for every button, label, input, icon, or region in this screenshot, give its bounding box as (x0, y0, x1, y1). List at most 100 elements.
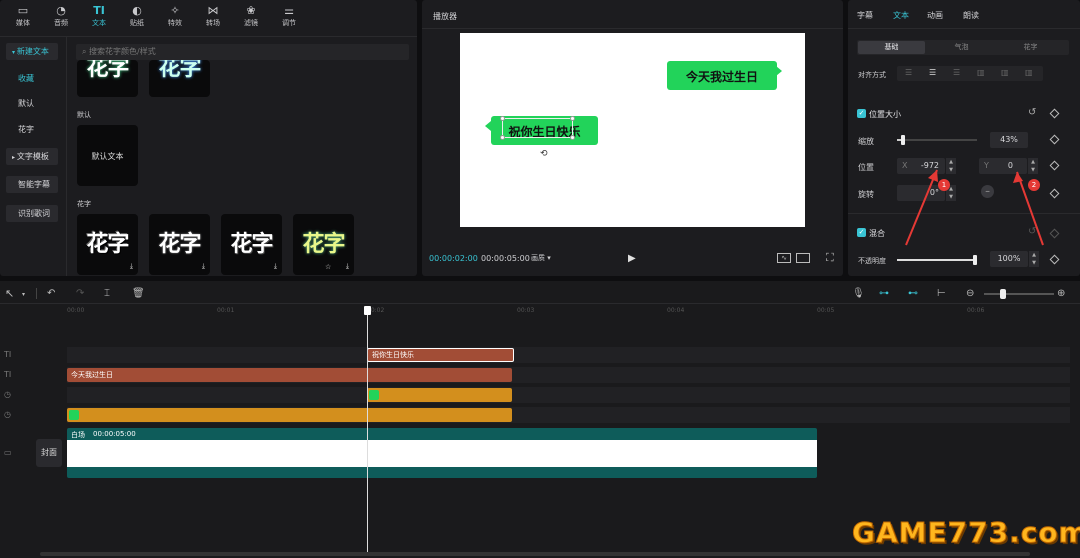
tab-filter[interactable]: ❀ 滤镜 (232, 3, 270, 31)
subtab-basic[interactable]: 基础 (858, 41, 925, 54)
video-clip[interactable]: 白场 00:00:05:00 (67, 428, 817, 478)
download-icon[interactable]: ⤓ (130, 262, 133, 271)
download-icon[interactable]: ⤓ (202, 262, 205, 271)
tab-text-props[interactable]: 文本 (893, 10, 909, 21)
tab-text[interactable]: TI 文本 (80, 3, 118, 31)
sidebar-item-huazi[interactable]: 花字 (6, 121, 58, 138)
stepper-icon[interactable]: ▲ ▼ (946, 158, 956, 174)
opacity-input[interactable]: 100% (990, 251, 1028, 267)
opacity-slider[interactable] (897, 255, 977, 265)
video-canvas[interactable]: 今天我过生日 祝你生日快乐 ⟲ (460, 33, 805, 227)
position-x-input[interactable]: X -972 (897, 158, 945, 174)
flip-icon[interactable]: − (981, 185, 994, 198)
position-size-checkbox[interactable]: ✓ (857, 109, 866, 118)
default-text-tile[interactable]: 默认文本 (77, 125, 138, 186)
align-center-icon[interactable]: ☰ (929, 68, 936, 77)
zoom-in-icon[interactable]: ⊕ (1057, 288, 1065, 299)
selection-box[interactable] (500, 116, 575, 140)
blend-checkbox[interactable]: ✓ (857, 228, 866, 237)
subtab-huazi[interactable]: 花字 (997, 41, 1064, 54)
align-vertical-center-icon[interactable]: ▥ (1001, 68, 1009, 77)
blend-divider (848, 213, 1080, 214)
resize-handle[interactable] (500, 116, 505, 121)
timeline-scrollbar[interactable] (40, 552, 1030, 556)
huazi-tile[interactable]: 花字 ☆ ⤓ (293, 214, 354, 275)
audio-icon: ◔ (56, 4, 66, 17)
time-ruler[interactable]: 00:00 00:01 00:02 00:03 00:04 00:05 00:0… (0, 304, 1080, 318)
play-button[interactable]: ▶ (628, 253, 636, 264)
align-vertical-top-icon[interactable]: ▥ (977, 68, 985, 77)
zoom-slider[interactable] (984, 289, 1054, 299)
align-left-icon[interactable]: ☰ (905, 68, 912, 77)
align-vertical-bottom-icon[interactable]: ▥ (1025, 68, 1033, 77)
ruler-tick-label: 00:00 (67, 307, 85, 314)
sidebar-lyrics[interactable]: 识别歌词 (6, 205, 58, 222)
rotate-handle-icon[interactable]: ⟲ (540, 149, 548, 159)
magnet-link-icon[interactable]: ⊶ (879, 288, 889, 299)
download-icon[interactable]: ⤓ (274, 262, 277, 271)
resize-handle[interactable] (570, 135, 575, 140)
delete-icon[interactable]: 🗑 (132, 288, 145, 299)
huazi-tile[interactable]: 花字 ⤓ (149, 214, 210, 275)
microphone-icon[interactable]: 🎙 (852, 288, 865, 299)
text-style-tile[interactable]: 花字 (149, 60, 210, 97)
sticker-clip[interactable] (367, 388, 512, 402)
cover-button[interactable]: 封面 (36, 439, 62, 467)
sidebar-item-favorites[interactable]: 收藏 (6, 70, 58, 87)
blend-reset-icon[interactable]: ↺ (1028, 226, 1036, 237)
zoom-slider-thumb[interactable] (1000, 289, 1006, 299)
fullscreen-icon[interactable]: ⛶ (826, 251, 834, 265)
stepper-icon[interactable]: ▲ ▼ (1029, 251, 1039, 267)
sidebar-new-text[interactable]: ▾ 新建文本 (6, 43, 58, 60)
opacity-slider-thumb[interactable] (973, 255, 977, 265)
sidebar-smart-subtitle[interactable]: 智能字幕 (6, 176, 58, 193)
tab-media[interactable]: ▭ 媒体 (4, 3, 42, 31)
tab-sticker[interactable]: ◐ 贴纸 (118, 3, 156, 31)
playhead-handle[interactable] (364, 306, 371, 315)
tab-audio[interactable]: ◔ 音频 (42, 3, 80, 31)
tab-subtitle[interactable]: 字幕 (857, 10, 873, 21)
scale-slider-thumb[interactable] (901, 135, 905, 145)
speech-bubble-top[interactable]: 今天我过生日 (667, 61, 782, 90)
split-icon[interactable]: ⌶ (104, 288, 110, 299)
select-tool-icon[interactable]: ↖ (5, 287, 14, 300)
scale-input[interactable]: 43% (990, 132, 1028, 148)
reset-icon[interactable]: ↺ (1028, 107, 1036, 118)
tab-animation[interactable]: 动画 (927, 10, 943, 21)
resize-handle[interactable] (500, 135, 505, 140)
search-input[interactable]: ⌕ 搜索花字颜色/样式 (76, 44, 409, 60)
favorite-star-icon[interactable]: ☆ (325, 263, 331, 271)
align-right-icon[interactable]: ☰ (953, 68, 960, 77)
undo-icon[interactable]: ↶ (47, 288, 55, 299)
tab-read-aloud[interactable]: 朗读 (963, 10, 979, 21)
quality-select[interactable]: 画质 ▾ (531, 253, 551, 263)
auto-snap-icon[interactable]: ⊷ (908, 288, 918, 299)
center-align-icon[interactable]: ⊢ (937, 288, 946, 299)
huazi-tile[interactable]: 花字 ⤓ (221, 214, 282, 275)
huazi-tile[interactable]: 花字 ⤓ (77, 214, 138, 275)
sticker-clip[interactable] (67, 408, 512, 422)
subtab-bubble[interactable]: 气泡 (928, 41, 995, 54)
text-clip-selected[interactable]: 祝你生日快乐 (367, 348, 514, 362)
download-icon[interactable]: ⤓ (346, 262, 349, 271)
waveform-icon[interactable]: ∿ (777, 253, 791, 263)
tab-effects[interactable]: ✧ 特效 (156, 3, 194, 31)
position-y-input[interactable]: Y 0 (979, 158, 1027, 174)
text-clip[interactable]: 今天我过生日 (67, 368, 512, 382)
scale-slider[interactable] (897, 135, 977, 145)
tab-transition[interactable]: ⋈ 转场 (194, 3, 232, 31)
sticker-icon: ◐ (132, 4, 142, 17)
sidebar-text-template[interactable]: ▸ 文字模板 (6, 148, 58, 165)
sticker-track-icon: ◷ (4, 390, 11, 399)
tab-adjust[interactable]: ⚌ 调节 (270, 3, 308, 31)
ratio-icon[interactable] (796, 253, 810, 263)
sidebar-item-default[interactable]: 默认 (6, 95, 58, 112)
select-tool-chevron-down-icon[interactable]: ▾ (22, 291, 25, 298)
playhead[interactable] (364, 306, 371, 552)
stepper-icon[interactable]: ▲ ▼ (1028, 158, 1038, 174)
resize-handle[interactable] (570, 116, 575, 121)
text-style-tile[interactable]: 花字 (77, 60, 138, 97)
redo-icon[interactable]: ↷ (76, 288, 84, 299)
annotation-marker-2: 2 (1028, 179, 1040, 191)
zoom-out-icon[interactable]: ⊖ (966, 288, 974, 299)
